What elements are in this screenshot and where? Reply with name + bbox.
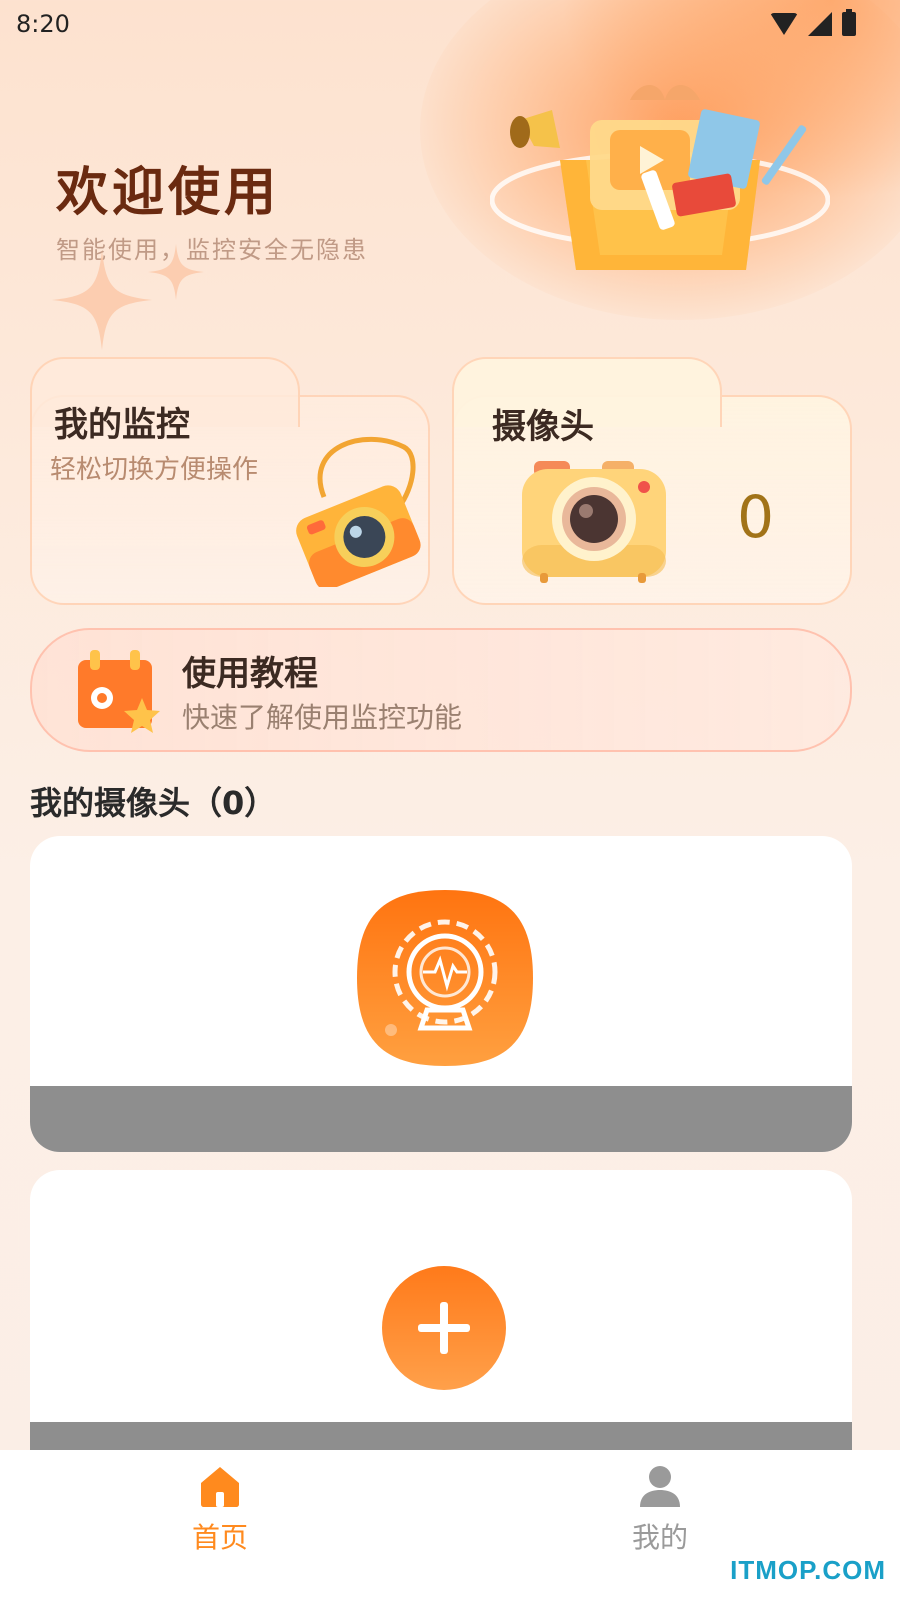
nav-item-home[interactable]: 首页 xyxy=(160,1464,280,1556)
camera-count-card[interactable]: 摄像头 0 xyxy=(452,357,852,605)
battery-icon xyxy=(842,9,856,36)
plus-icon xyxy=(418,1302,470,1354)
nav-label-mine: 我的 xyxy=(631,1521,688,1554)
gift-box-illustration xyxy=(490,85,830,270)
add-camera-button[interactable] xyxy=(382,1266,506,1390)
my-monitor-title: 我的监控 xyxy=(54,405,190,445)
hero-title: 欢迎使用 xyxy=(56,163,281,223)
camera-count-value: 0 xyxy=(737,483,774,551)
tutorial-title: 使用教程 xyxy=(182,654,318,694)
status-icons xyxy=(770,9,856,36)
user-icon xyxy=(640,1466,680,1507)
camera-card-title: 摄像头 xyxy=(492,407,594,447)
nav-item-mine[interactable]: 我的 xyxy=(600,1464,720,1556)
sparkle-icon xyxy=(52,250,152,350)
bottom-nav: 首页 我的 ITMOP.COM xyxy=(0,1450,900,1600)
home-icon xyxy=(201,1467,239,1507)
my-monitor-card[interactable]: 我的监控 轻松切换方便操作 xyxy=(30,357,430,605)
device-name-bar xyxy=(30,1086,852,1152)
tutorial-banner[interactable]: 使用教程 快速了解使用监控功能 xyxy=(30,628,852,752)
add-camera-card[interactable] xyxy=(30,1170,852,1470)
camera-device-card[interactable] xyxy=(30,836,852,1152)
status-time: 8:20 xyxy=(16,10,70,38)
sparkle-small-icon xyxy=(148,244,204,300)
monitor-app-icon xyxy=(357,890,533,1066)
nav-label-home: 首页 xyxy=(191,1521,248,1554)
wifi-icon xyxy=(770,13,798,35)
my-monitor-desc: 轻松切换方便操作 xyxy=(50,455,259,485)
camera-icon xyxy=(522,461,666,583)
watermark: ITMOP.COM xyxy=(730,1555,886,1585)
camera-strap-icon xyxy=(296,436,421,587)
calendar-icon xyxy=(78,650,160,733)
my-cameras-title: 我的摄像头（0） xyxy=(30,784,277,822)
tutorial-desc: 快速了解使用监控功能 xyxy=(182,701,463,734)
signal-icon xyxy=(808,12,832,36)
status-bar: 8:20 xyxy=(0,0,900,50)
